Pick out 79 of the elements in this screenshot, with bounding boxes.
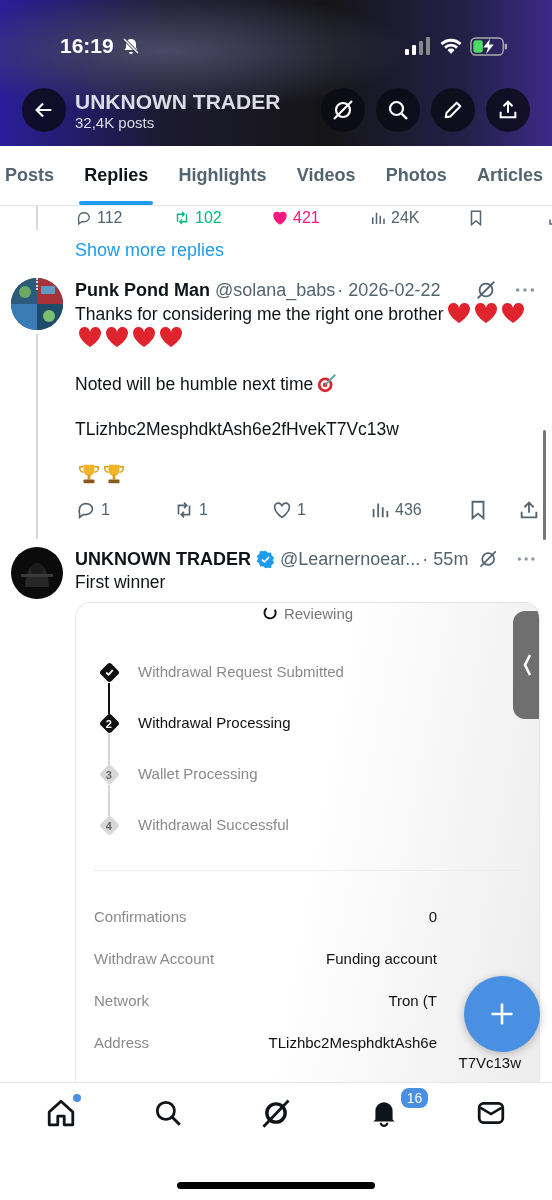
- pencil-icon: [442, 99, 464, 121]
- like-count: 1: [297, 501, 306, 519]
- detail-value: 0: [428, 907, 437, 927]
- battery-icon: [470, 36, 508, 56]
- profile-tab[interactable]: Replies: [79, 146, 154, 205]
- heart-icon: [500, 302, 525, 324]
- slashed-circle-icon[interactable]: [475, 279, 497, 301]
- more-icon[interactable]: [514, 286, 536, 294]
- status-time: 16:19: [60, 34, 114, 58]
- trophy-icon: [103, 463, 125, 485]
- search-icon: [386, 98, 410, 122]
- search-button[interactable]: [376, 88, 420, 132]
- slashed-circle-icon: [331, 98, 355, 122]
- heart-icon: [78, 326, 102, 348]
- step-marker-icon: 4: [98, 814, 121, 837]
- bell-slash-icon: [120, 36, 141, 56]
- profile-tab[interactable]: Highlights: [173, 146, 272, 205]
- spinner-icon: [261, 605, 278, 621]
- heart-icon: [446, 302, 471, 324]
- repost-count: 102: [195, 209, 222, 227]
- detail-label: Address: [94, 1033, 150, 1053]
- repost-count: 1: [199, 501, 208, 519]
- view-count: 436: [395, 501, 422, 519]
- post-time: · 55m: [422, 548, 469, 570]
- step-label: Withdrawal Processing: [138, 713, 291, 733]
- post-text: Noted will be humble next time: [75, 374, 314, 394]
- side-panel-handle[interactable]: [513, 611, 539, 719]
- heart-icon: [132, 326, 156, 348]
- home-icon[interactable]: [46, 1097, 77, 1128]
- author-name: Punk Pond Man: [75, 279, 210, 301]
- profile-tab[interactable]: Articles: [471, 146, 548, 205]
- reply-count: 1: [101, 501, 110, 519]
- step-marker-icon: 3: [98, 763, 121, 786]
- edit-button[interactable]: [431, 88, 475, 132]
- heart-icon[interactable]: [271, 499, 293, 521]
- profile-tab[interactable]: Posts: [0, 146, 60, 205]
- heart-icon: [105, 326, 129, 348]
- review-status: Reviewing: [283, 604, 354, 622]
- heart-icon: [473, 302, 498, 324]
- heart-icon: [159, 326, 183, 348]
- reply-icon[interactable]: [75, 209, 93, 227]
- step-label: Wallet Processing: [138, 764, 258, 784]
- more-icon[interactable]: [515, 555, 536, 563]
- detail-value: Funding account: [326, 949, 437, 969]
- step-label: Withdrawal Request Submitted: [138, 662, 344, 682]
- profile-tab[interactable]: Photos: [380, 146, 452, 205]
- trophy-icon: [78, 463, 100, 485]
- detail-label: Withdraw Account: [94, 949, 215, 969]
- slashed-circle-icon[interactable]: [478, 548, 499, 570]
- profile-tab[interactable]: Videos: [291, 146, 361, 205]
- share-button[interactable]: [486, 88, 530, 132]
- view-count: 24K: [391, 209, 420, 227]
- post-count: 32,4K posts: [75, 113, 156, 131]
- detail-value: T7Vc13w: [458, 1053, 521, 1073]
- signal-icon: [404, 37, 432, 55]
- author-name: UNKNOWN TRADER: [75, 548, 251, 570]
- back-button[interactable]: [22, 88, 66, 132]
- heart-icon[interactable]: [271, 209, 289, 227]
- author-handle: @solana_babs: [215, 279, 336, 301]
- like-count: 421: [293, 209, 320, 227]
- reply-count: 112: [97, 209, 123, 227]
- show-more-replies-link[interactable]: Show more replies: [75, 239, 225, 261]
- author-handle: @Learnernoear...: [280, 548, 421, 570]
- chevron-left-icon: [522, 653, 532, 677]
- wifi-icon: [439, 37, 463, 55]
- step-label: Withdrawal Successful: [138, 815, 289, 835]
- detail-value: TLizhbc2MesphdktAsh6e: [268, 1033, 437, 1053]
- post-text: First winner: [75, 572, 166, 592]
- target-icon: [316, 372, 339, 394]
- detail-value: Tron (T: [388, 991, 437, 1011]
- profile-name: UNKNOWN TRADER: [75, 89, 282, 114]
- notification-badge: 16: [398, 1085, 431, 1110]
- slashed-circle-button[interactable]: [321, 88, 365, 132]
- post-time: · 2026-02-22: [337, 279, 441, 301]
- detail-label: Network: [94, 991, 149, 1011]
- detail-label: Confirmations: [94, 907, 187, 927]
- post-text: Thanks for considering me the right one brother: [75, 304, 444, 324]
- post-text: TLizhbc2MesphdktAsh6e2fHvekT7Vc13w: [75, 419, 399, 439]
- step-marker-icon: 2: [98, 712, 121, 735]
